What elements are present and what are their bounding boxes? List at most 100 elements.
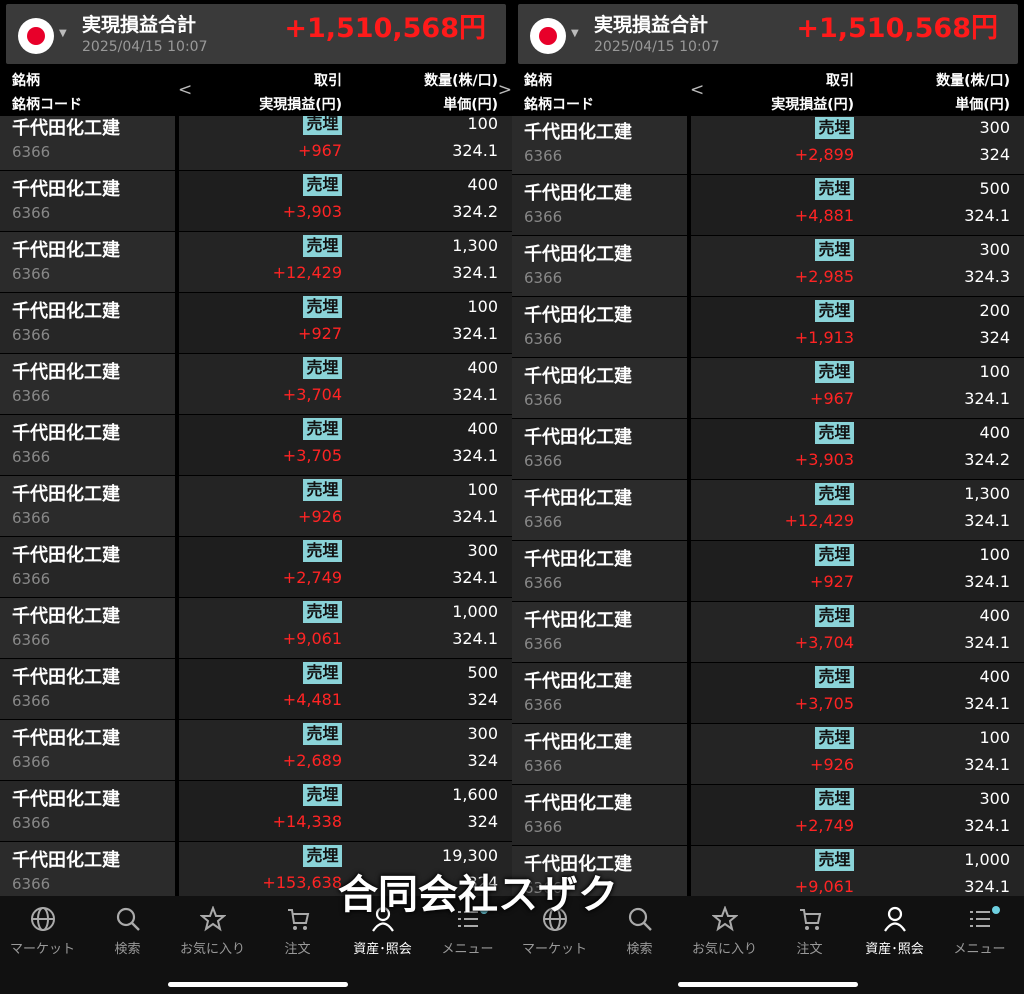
dropdown-caret-icon[interactable]: ▼ [571,28,579,39]
quantity: 100 [467,116,498,133]
list-menu-icon [969,911,990,927]
stock-code: 6366 [524,757,563,775]
stock-code: 6366 [12,387,51,405]
unit-price: 324.1 [964,572,1010,591]
nav-favorites-label: お気に入り [691,942,757,957]
nav-favorites[interactable]: お気に入り [170,906,255,957]
table-row[interactable]: 千代田化工建 6366 売埋 +2,899 300 324 [512,116,1024,175]
stock-code: 6366 [12,143,51,161]
table-row[interactable]: 千代田化工建 6366 売埋 +926 100 324.1 [0,476,512,537]
name-cell: 千代田化工建 6366 [512,297,689,357]
home-indicator[interactable] [168,982,348,987]
table-row[interactable]: 千代田化工建 6366 売埋 +9,061 1,000 324.1 [0,598,512,659]
table-row[interactable]: 千代田化工建 6366 売埋 +3,705 400 324.1 [0,415,512,476]
unit-price: 324 [467,751,498,770]
table-row[interactable]: 千代田化工建 6366 売埋 +3,704 400 324.1 [512,602,1024,663]
quantity: 100 [467,297,498,316]
stock-name: 千代田化工建 [524,671,632,692]
trade-type-badge: 売埋 [815,361,854,383]
home-indicator[interactable] [678,982,858,987]
unit-price: 324.1 [452,629,498,648]
table-row[interactable]: 千代田化工建 6366 売埋 +4,481 500 324 [0,659,512,720]
search-icon [628,907,652,931]
table-row[interactable]: 千代田化工建 6366 売埋 +12,429 1,300 324.1 [0,232,512,293]
chevron-left-icon[interactable]: < [690,80,704,100]
stock-name: 千代田化工建 [12,423,120,444]
name-cell: 千代田化工建 6366 [512,602,689,662]
stock-code: 6366 [524,635,563,653]
jp-flag-icon[interactable] [530,18,566,54]
table-row[interactable]: 千代田化工建 6366 売埋 +2,689 300 324 [0,720,512,781]
table-row[interactable]: 千代田化工建 6366 売埋 +967 100 324.1 [0,116,512,171]
trade-type-badge: 売埋 [303,845,342,867]
realized-pl: +4,481 [282,690,342,709]
unit-price: 324 [979,145,1010,164]
col-trade: 取引 [314,73,342,89]
data-cell: 売埋 +926 100 324.1 [691,724,1024,784]
col-pl: 実現損益(円) [771,97,854,113]
nav-market-label: マーケット [9,942,75,957]
realized-pl: +3,705 [282,446,342,465]
trade-type-badge: 売埋 [815,117,854,139]
trade-type-badge: 売埋 [815,788,854,810]
table-row[interactable]: 千代田化工建 6366 売埋 +2,749 300 324.1 [0,537,512,598]
dropdown-caret-icon[interactable]: ▼ [59,28,67,39]
data-cell: 売埋 +927 100 324.1 [179,293,512,353]
trade-list[interactable]: 千代田化工建 6366 売埋 +2,899 300 324 千代田化工建 6366 売埋 +4,8… [512,116,1024,896]
summary-date: 2025/04/15 10:07 [82,39,208,55]
chevron-right-icon[interactable]: > [498,80,512,100]
table-row[interactable]: 千代田化工建 6366 売埋 +927 100 324.1 [0,293,512,354]
table-row[interactable]: 千代田化工建 6366 売埋 +926 100 324.1 [512,724,1024,785]
unit-price: 324.1 [452,141,498,160]
stock-code: 6366 [12,692,51,710]
table-row[interactable]: 千代田化工建 6366 売埋 +2,749 300 324.1 [512,785,1024,846]
nav-assets[interactable]: 資産･照会 [852,906,937,957]
name-cell: 千代田化工建 6366 [512,116,689,174]
jp-flag-icon[interactable] [18,18,54,54]
name-cell: 千代田化工建 6366 [512,785,689,845]
stock-code: 6366 [524,452,563,470]
stock-name: 千代田化工建 [524,427,632,448]
table-row[interactable]: 千代田化工建 6366 売埋 +927 100 324.1 [512,541,1024,602]
table-row[interactable]: 千代田化工建 6366 売埋 +1,913 200 324 [512,297,1024,358]
table-row[interactable]: 千代田化工建 6366 売埋 +12,429 1,300 324.1 [512,480,1024,541]
nav-order[interactable]: 注文 [767,906,852,957]
nav-menu[interactable]: メニュー [937,906,1022,957]
nav-market-label: マーケット [521,942,587,957]
trade-list[interactable]: 千代田化工建 6366 売埋 +967 100 324.1 千代田化工建 6366 売埋 +3,9… [0,116,512,896]
data-cell: 売埋 +3,903 400 324.2 [179,171,512,231]
trade-type-badge: 売埋 [303,601,342,623]
realized-pl: +3,704 [794,633,854,652]
name-cell: 千代田化工建 6366 [0,415,177,475]
table-row[interactable]: 千代田化工建 6366 売埋 +2,985 300 324.3 [512,236,1024,297]
stock-name: 千代田化工建 [12,545,120,566]
table-row[interactable]: 千代田化工建 6366 売埋 +3,903 400 324.2 [512,419,1024,480]
unit-price: 324 [467,690,498,709]
stock-code: 6366 [12,509,51,527]
table-row[interactable]: 千代田化工建 6366 売埋 +3,705 400 324.1 [512,663,1024,724]
realized-pl: +3,705 [794,694,854,713]
pl-summary-header[interactable]: ▼ 実現損益合計 2025/04/15 10:07 +1,510,568円 [6,4,506,64]
col-name: 銘柄 [524,73,552,89]
unit-price: 324.2 [452,202,498,221]
table-row[interactable]: 千代田化工建 6366 売埋 +4,881 500 324.1 [512,175,1024,236]
data-cell: 売埋 +4,881 500 324.1 [691,175,1024,235]
quantity: 100 [979,728,1010,747]
nav-market[interactable]: マーケット [0,906,85,957]
table-row[interactable]: 千代田化工建 6366 売埋 +14,338 1,600 324 [0,781,512,842]
nav-search[interactable]: 検索 [85,906,170,957]
stock-code: 6366 [12,570,51,588]
table-row[interactable]: 千代田化工建 6366 売埋 +967 100 324.1 [512,358,1024,419]
unit-price: 324 [979,328,1010,347]
quantity: 300 [979,240,1010,259]
nav-order[interactable]: 注文 [255,906,340,957]
table-row[interactable]: 千代田化工建 6366 売埋 +3,903 400 324.2 [0,171,512,232]
unit-price: 324.1 [452,385,498,404]
data-cell: 売埋 +9,061 1,000 324.1 [179,598,512,658]
name-cell: 千代田化工建 6366 [0,598,177,658]
chevron-left-icon[interactable]: < [178,80,192,100]
pl-summary-header[interactable]: ▼ 実現損益合計 2025/04/15 10:07 +1,510,568円 [518,4,1018,64]
table-row[interactable]: 千代田化工建 6366 売埋 +3,704 400 324.1 [0,354,512,415]
nav-favorites[interactable]: お気に入り [682,906,767,957]
name-cell: 千代田化工建 6366 [512,663,689,723]
